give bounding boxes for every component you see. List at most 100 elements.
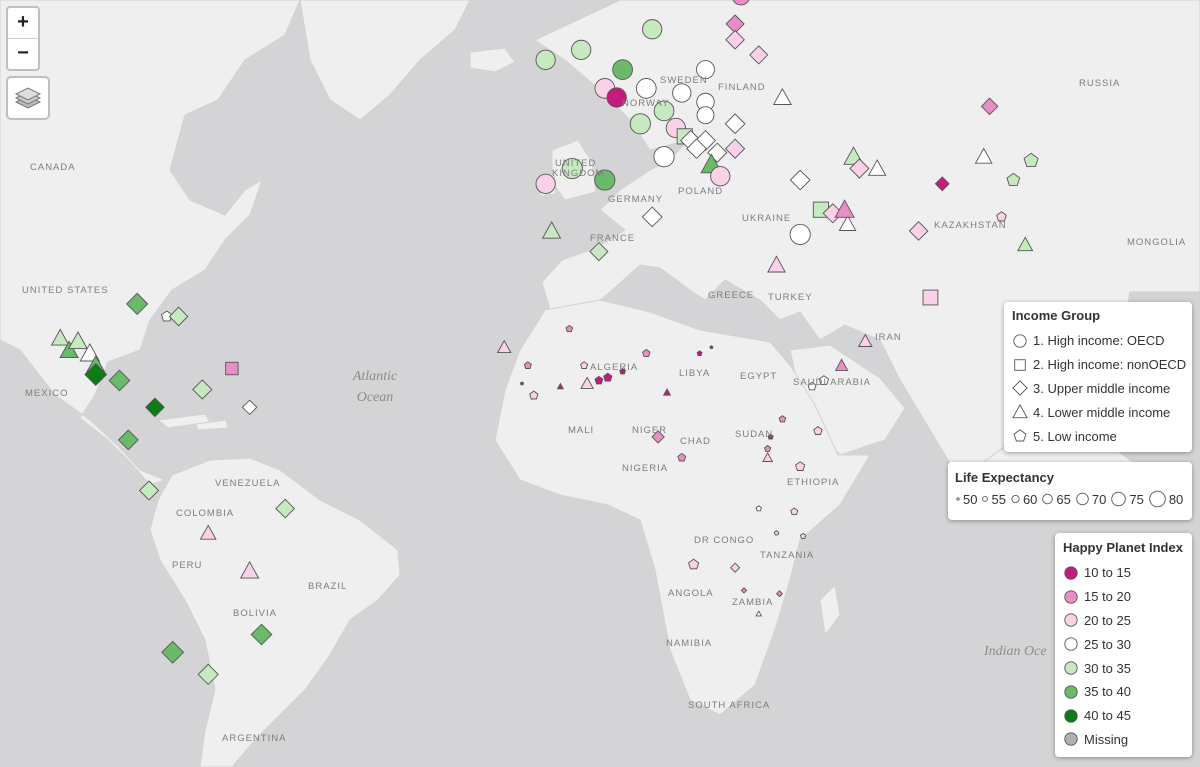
country-label-angola: ANGOLA [668,588,714,599]
country-label-greece: GREECE [708,290,755,301]
legend-income-item: 2. High income: nonOECD [1012,353,1192,377]
legend-life-label: 55 [991,491,1006,507]
legend-life-label: 65 [1056,491,1071,507]
color-swatch-icon [1064,685,1078,699]
country-marker[interactable] [672,83,692,103]
legend-income-title: Income Group [1012,308,1101,323]
country-label-dr-congo: DR CONGO [694,535,755,546]
legend-income-item: 3. Upper middle income [1012,377,1192,401]
legend-income-label: 1. High income: OECD [1033,333,1165,349]
country-marker[interactable] [710,166,731,187]
country-label-saudi-arabia: SAUDI ARABIA [793,377,871,388]
life-size-icon [1111,491,1127,507]
country-marker[interactable] [535,49,556,70]
legend-income-item: 1. High income: OECD [1012,329,1192,353]
country-label-sudan: SUDAN [735,429,774,440]
country-marker[interactable] [773,530,780,536]
country-marker[interactable] [922,289,939,306]
country-label-colombia: COLOMBIA [176,508,235,519]
color-swatch-icon [1064,637,1078,651]
country-label-nigeria: NIGERIA [622,463,669,474]
country-label-ukraine: UKRAINE [742,213,792,224]
life-size-icon [982,496,989,502]
color-swatch-icon [1064,661,1078,675]
legend-hpi-label: 10 to 15 [1084,565,1131,581]
legend-income-item: 5. Low income [1012,424,1192,448]
country-marker[interactable] [612,59,633,80]
country-marker[interactable] [519,381,525,386]
country-label-south-africa: SOUTH AFRICA [688,700,771,711]
country-marker[interactable] [789,223,811,246]
country-label-bolivia: BOLIVIA [233,608,277,619]
country-marker[interactable] [635,78,657,99]
country-marker[interactable] [225,361,239,376]
color-swatch-icon [1064,613,1078,628]
legend-hpi-label: 20 to 25 [1084,612,1131,628]
country-label-chad: CHAD [680,436,711,447]
layers-button[interactable] [6,76,50,120]
legend-hpi-label: 25 to 30 [1084,636,1131,652]
country-label-niger: NIGER [632,425,668,436]
legend-hpi-item: Missing [1063,728,1192,752]
country-label-namibia: NAMIBIA [666,638,713,649]
country-label-argentina: ARGENTINA [222,733,287,744]
country-marker[interactable] [696,350,703,356]
life-size-icon [1042,493,1054,505]
country-marker[interactable] [571,39,592,61]
legend-hpi-item: 30 to 35 [1063,656,1192,680]
country-marker[interactable] [696,106,715,125]
legend-life-label: 75 [1129,491,1144,507]
legend-life-title: Life Expectancy [955,470,1054,485]
legend-life-label: 50 [963,491,978,507]
country-label-turkey: TURKEY [768,292,813,303]
country-label-egypt: EGYPT [740,371,778,382]
country-marker[interactable] [642,19,663,40]
triangle-icon [1012,404,1028,419]
country-marker[interactable] [653,146,675,168]
legend-income-label: 4. Lower middle income [1033,404,1171,420]
life-size-icon [1076,492,1089,506]
legend-hpi-item: 40 to 45 [1063,704,1192,728]
legend-life-label: 80 [1168,491,1184,507]
ocean-label-atlantic: Atlantic Ocean [352,369,398,405]
legend-life-label: 70 [1091,491,1107,507]
zoom-in-button[interactable]: + [8,8,38,39]
country-label-mexico: MEXICO [25,388,69,399]
country-label-venezuela: VENEZUELA [215,478,281,489]
country-label-russia: RUSSIA [1079,78,1121,89]
country-label-mongolia: MONGOLIA [1127,237,1187,248]
legend-hpi-label: 30 to 35 [1084,660,1131,676]
legend-hpi-label: 15 to 20 [1084,589,1131,605]
country-label-finland: FINLAND [718,82,766,93]
ocean-label-indian: Indian Oce [984,644,1047,659]
legend-life-expectancy: Life Expectancy 50 55 60 65 70 75 80 [948,462,1192,520]
square-icon [1014,358,1026,371]
country-label-germany: GERMANY [608,194,664,205]
diamond-icon [1012,380,1028,397]
color-swatch-icon [1064,709,1078,723]
country-label-canada: CANADA [30,162,76,173]
legend-hpi-item: 35 to 40 [1063,680,1192,704]
pentagon-icon [1013,429,1027,442]
country-label-united-states: UNITED STATES [22,285,109,296]
country-marker[interactable] [629,113,651,135]
zoom-control: + − [6,6,40,71]
country-label-poland: POLAND [678,186,724,197]
legend-hpi-title: Happy Planet Index [1063,540,1183,555]
country-label-peru: PERU [172,560,203,571]
legend-income-label: 5. Low income [1033,428,1117,444]
life-size-icon [956,497,960,501]
country-label-mali: MALI [568,425,595,436]
legend-income-group: Income Group 1. High income: OECD 2. High… [1004,302,1192,452]
legend-income-item: 4. Lower middle income [1012,400,1192,424]
country-label-kazakhstan: KAZAKHSTAN [934,220,1007,231]
color-swatch-icon [1064,590,1078,604]
country-marker[interactable] [709,345,714,350]
legend-hpi-label: 35 to 40 [1084,684,1131,700]
legend-hpi-label: Missing [1084,731,1129,747]
legend-hpi-item: 25 to 30 [1063,632,1192,656]
zoom-out-button[interactable]: − [8,39,38,69]
color-swatch-icon [1064,566,1078,580]
legend-income-label: 3. Upper middle income [1033,380,1171,396]
life-size-icon [1011,494,1020,504]
